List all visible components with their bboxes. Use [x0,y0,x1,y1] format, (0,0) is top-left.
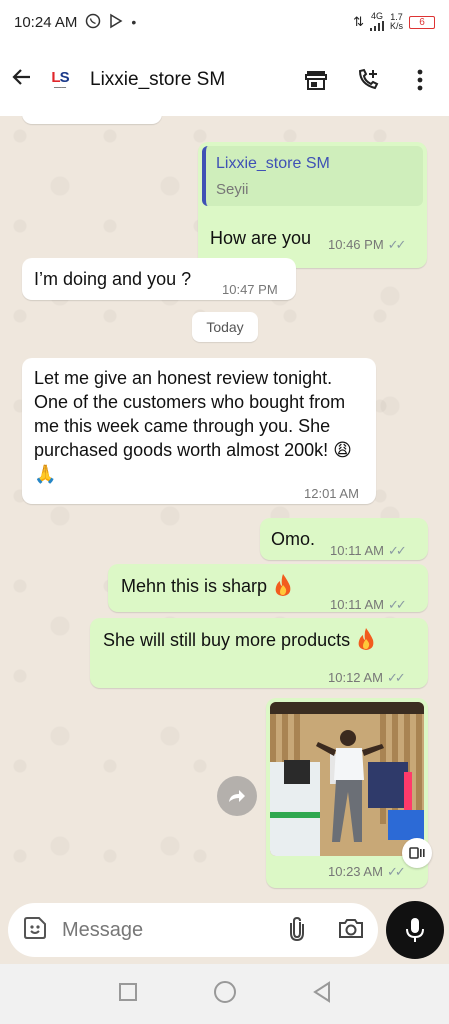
double-check-icon: ✓✓ [386,864,406,879]
message-time: 10:11 AM [330,543,384,558]
dot-icon: • [131,14,137,30]
signal-icon [369,20,384,31]
message-text: Mehn this is sharp [121,576,268,596]
arrow-left-icon[interactable] [10,65,40,96]
double-check-icon: ✓✓ [387,237,407,252]
message-text-row: Mehn this is sharp [121,573,293,598]
message-meta: 10:12 AM ✓✓ [328,666,406,690]
network-type: 4G [370,10,383,21]
fire-emoji-icon [275,574,291,596]
home-icon[interactable] [213,980,237,1009]
message-meta: 10:23 AM ✓✓ [328,864,406,880]
camera-icon[interactable] [338,917,364,944]
double-check-icon: ✓✓ [386,670,406,685]
message-time: 10:23 AM [328,864,383,879]
message-bubble-outgoing[interactable]: Omo. 10:11 AM ✓✓ [260,518,428,560]
message-text: Omo. [271,529,316,549]
quoted-message[interactable]: Lixxie_store SM Seyii [202,146,423,206]
quoted-text: Seyii [216,181,249,198]
avatar-sub: ━━━━━ [53,84,67,90]
message-bubble-incoming[interactable]: I’m doing and you ? 10:47 PM [22,258,296,300]
message-time: 10:46 PM [96,116,152,124]
message-bubble-incoming[interactable]: Let me give an honest review tonight. On… [22,358,376,504]
attach-icon[interactable] [286,915,308,946]
battery-icon: 6 [409,15,435,29]
more-options-icon[interactable] [407,67,433,93]
message-time: 10:46 PM [328,237,384,252]
status-bar: 10:24 AM • ⇅ 4G 1.7 K/s 6 [0,0,449,44]
recent-apps-icon[interactable] [118,982,138,1007]
message-time: 10:47 PM [222,282,278,297]
message-bubble-outgoing[interactable]: Lixxie_store SM Seyii How are you 10:46 … [198,142,427,268]
quoted-sender: Lixxie_store SM [216,155,330,172]
back-nav-icon[interactable] [312,980,332,1008]
message-meta: 10:46 PM ✓✓ [328,233,407,257]
message-meta: 10:11 AM ✓✓ [330,539,407,563]
avatar-logo: LS [51,68,69,86]
message-bubble-outgoing[interactable]: She will still buy more products 10:12 A… [90,618,428,688]
forward-icon[interactable] [217,776,257,816]
message-text-row: She will still buy more products [103,627,376,652]
speed-indicator: 1.7 K/s [390,13,403,31]
network-indicator: 4G [369,10,384,33]
speed-unit: K/s [389,21,403,31]
status-time: 10:24 AM [14,13,78,31]
video-thumbnail[interactable] [270,702,424,856]
date-chip: Today [192,312,258,342]
system-navigation-bar [0,964,449,1024]
avatar[interactable]: LS ━━━━━ [42,62,78,98]
message-input-box[interactable]: Message [8,903,378,957]
message-text: How are you [210,228,312,248]
message-text: Let me give an honest review tonight. On… [34,368,352,484]
shop-icon[interactable] [303,67,329,93]
play-notification-icon [109,13,123,32]
message-bubble-partial[interactable]: 10:46 PM [22,116,162,124]
fire-emoji-icon [358,628,374,650]
message-time: 10:12 AM [328,670,383,685]
message-placeholder[interactable]: Message [62,919,143,942]
message-text: She will still buy more products [103,630,351,650]
message-bubble-outgoing[interactable]: Mehn this is sharp 10:11 AM ✓✓ [108,564,428,612]
video-thumbnail-image [270,702,424,856]
battery-level: 6 [419,16,425,28]
message-time: 12:01 AM [304,486,359,501]
chat-area[interactable]: 10:46 PM Lixxie_store SM Seyii How are y… [0,116,449,900]
chat-header: LS ━━━━━ Lixxie_store SM [0,44,449,116]
message-meta: 10:11 AM ✓✓ [330,593,407,617]
contact-name[interactable]: Lixxie_store SM [90,69,225,91]
microphone-icon [406,918,424,942]
double-check-icon: ✓✓ [387,597,407,612]
message-time: 10:11 AM [330,597,384,612]
double-check-icon: ✓✓ [387,543,407,558]
add-call-icon[interactable] [355,67,381,93]
microphone-button[interactable] [386,901,444,959]
video-mode-icon[interactable] [402,838,432,868]
video-message[interactable]: 10:23 AM ✓✓ [266,698,432,888]
sticker-icon[interactable] [22,915,48,946]
data-arrows-icon: ⇅ [353,14,364,29]
message-text: I’m doing and you ? [34,269,192,289]
composer: Message [0,900,449,962]
whatsapp-notification-icon [85,13,101,32]
